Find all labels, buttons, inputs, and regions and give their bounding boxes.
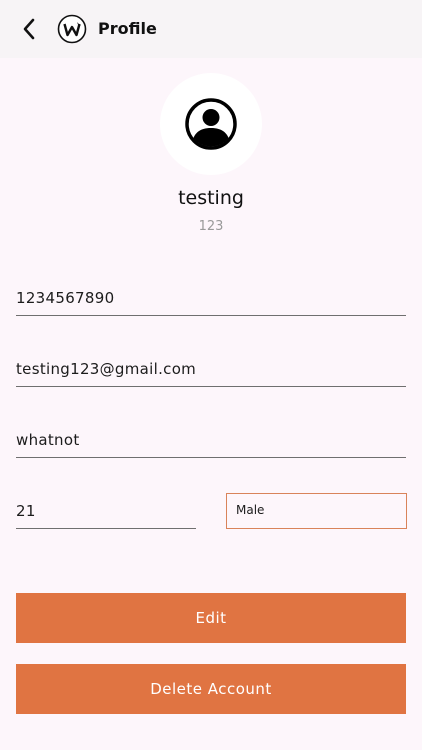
company-field bbox=[16, 424, 406, 458]
gender-value: Male bbox=[236, 503, 265, 517]
delete-account-button[interactable]: Delete Account bbox=[16, 664, 406, 714]
chevron-left-icon bbox=[23, 18, 35, 40]
app-bar: Profile bbox=[0, 0, 422, 58]
page-title: Profile bbox=[98, 19, 157, 38]
gender-select[interactable]: Male bbox=[226, 493, 407, 529]
profile-name: testing bbox=[178, 187, 244, 209]
w-logo-icon bbox=[57, 14, 87, 44]
edit-button[interactable]: Edit bbox=[16, 593, 406, 643]
profile-subtitle: 123 bbox=[198, 219, 224, 234]
phone-input[interactable] bbox=[16, 282, 406, 314]
email-field bbox=[16, 353, 406, 387]
company-input[interactable] bbox=[16, 424, 406, 456]
age-input[interactable] bbox=[16, 495, 196, 527]
email-input[interactable] bbox=[16, 353, 406, 385]
user-circle-icon bbox=[185, 98, 237, 150]
avatar[interactable] bbox=[160, 73, 262, 175]
phone-field bbox=[16, 282, 406, 316]
back-button[interactable] bbox=[14, 14, 44, 44]
age-field bbox=[16, 495, 196, 529]
